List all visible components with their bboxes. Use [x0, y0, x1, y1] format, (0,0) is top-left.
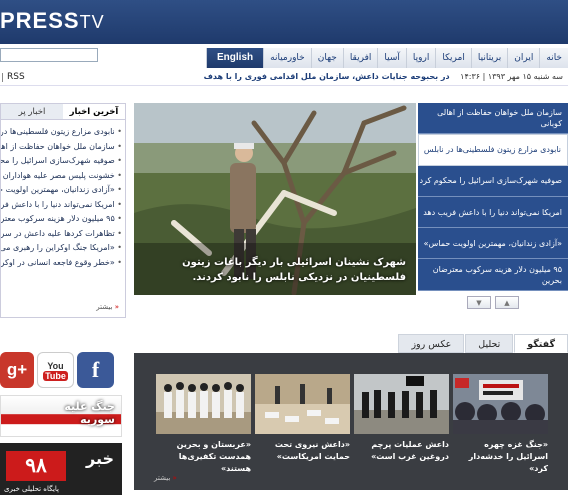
list-item[interactable]: نابودی مزارع زیتون فلسطینی‌ها در نابلس [1, 125, 122, 140]
banner-caption: پایگاه تحلیلی خبری [4, 485, 59, 493]
list-item[interactable]: امریکا نمی‌تواند دنیا را با داعش فریب ده… [1, 198, 122, 213]
nav-africa[interactable]: افریقا [342, 48, 378, 68]
thumbnail-caption[interactable]: داعش عملیات پرچم دروغین غرب است» [354, 439, 449, 475]
main-nav: خانه ایران بریتانیا امریکا اروپا آسیا اف… [162, 48, 568, 68]
nav-world[interactable]: جهان [310, 48, 343, 68]
thumbnail-image [453, 374, 548, 434]
search-input[interactable] [0, 48, 98, 62]
list-item[interactable]: صوفیه شهرک‌سازی اسرائیل را محکوم کرد [1, 154, 122, 169]
tab-popular-news[interactable]: اخبار پر [1, 104, 63, 119]
nav-asia[interactable]: آسیا [377, 48, 406, 68]
hero-caption[interactable]: شهرک نشینان اسرائیلی بار دیگر باغات زیتو… [146, 255, 406, 285]
tab-photo-of-day[interactable]: عکس روز [398, 334, 465, 353]
media-panel: «عربستان و بحرین همدست تکفیری‌ها هستند» … [134, 353, 568, 490]
list-item[interactable]: سازمان ملل خواهان حفاظت از اهالی کوبانی [1, 140, 122, 155]
list-item[interactable]: «امریکا جنگ اوکراین را رهبری می‌کند» [1, 241, 122, 256]
nav-europe[interactable]: اروپا [405, 48, 436, 68]
thumbnail-image [156, 374, 251, 434]
headline-item[interactable]: «آزادی زندانیان، مهمترین اولویت حماس» [418, 228, 568, 260]
latest-tabs: آخرین اخبار اخبار پر [1, 104, 125, 120]
latest-news-list: نابودی مزارع زیتون فلسطینی‌ها در نابلس س… [1, 120, 125, 270]
nav-home[interactable]: خانه [539, 48, 568, 68]
list-item[interactable]: تظاهرات کردها علیه داعش در سراسر اروپا [1, 227, 122, 242]
thumbnail-caption[interactable]: «داعش نیروی تحت حمایت امریکاست» [255, 439, 350, 475]
social-links: g+ You Tube f [0, 352, 114, 388]
youtube-tube-text: Tube [43, 371, 68, 381]
thumbnail-image [354, 374, 449, 434]
hero-photo[interactable]: شهرک نشینان اسرائیلی بار دیگر باغات زیتو… [134, 103, 416, 295]
thumbnail-caption[interactable]: «جنگ غزه چهره اسرائیل را خدشه‌دار کرد» [453, 439, 548, 475]
thumbnail[interactable] [156, 374, 251, 434]
headline-item[interactable]: امریکا نمی‌تواند دنیا را با داعش فریب ده… [418, 196, 568, 229]
list-item[interactable]: ۹۵ میلیون دلار هزینه سرکوب معترضان [1, 212, 122, 227]
site-header: PRESSTV [0, 0, 568, 44]
nav-middle-east[interactable]: خاورمیانه [263, 48, 311, 68]
list-item[interactable]: «آزادی زندانیان، مهمترین اولویت حماس» [1, 183, 122, 198]
separator [2, 72, 3, 82]
thumbnail-row [156, 374, 548, 434]
pager-down-button[interactable]: ▼ [467, 296, 491, 309]
headline-pager: ▼ ▲ [418, 296, 568, 312]
youtube-you-text: You [47, 361, 64, 371]
media-more-link[interactable]: بیشتر [154, 474, 177, 482]
banner-text: جنگ علیه سوریه [64, 400, 115, 426]
nav-iran[interactable]: ایران [507, 48, 540, 68]
war-on-syria-banner[interactable]: جنگ علیه سوریه [0, 395, 122, 437]
pager-up-button[interactable]: ▲ [495, 296, 519, 309]
youtube-icon[interactable]: You Tube [37, 352, 74, 388]
media-tabs: گفتگو تحلیل عکس روز [134, 334, 568, 353]
thumbnail-captions: «عربستان و بحرین همدست تکفیری‌ها هستند» … [156, 439, 548, 475]
list-item[interactable]: «خطر وقوع فاجعه انسانی در اوکراین» [1, 256, 122, 271]
rss-row: RSS [2, 72, 25, 82]
nav-america[interactable]: امریکا [435, 48, 471, 68]
banner-line: جنگ علیه [64, 400, 115, 413]
thumbnail[interactable] [453, 374, 548, 434]
banner-number: ۹۸ [6, 451, 66, 481]
thumbnail-image [255, 374, 350, 434]
google-plus-icon[interactable]: g+ [0, 352, 34, 388]
thumbnail[interactable] [354, 374, 449, 434]
latest-more-link[interactable]: بیشتر [96, 303, 119, 311]
ticker-headline[interactable]: در بحبوحه جنایات داعش، سازمان ملل اقدامی… [204, 72, 450, 81]
thumbnail-caption[interactable]: «عربستان و بحرین همدست تکفیری‌ها هستند» [156, 439, 251, 475]
headline-item[interactable]: ۹۵ میلیون دلار هزینه سرکوب معترضان بحرین [418, 259, 568, 291]
thumbnail[interactable] [255, 374, 350, 434]
tab-analysis[interactable]: تحلیل [465, 334, 514, 353]
headline-item[interactable]: صوفیه شهرک‌سازی اسرائیل را محکوم کرد [418, 165, 568, 197]
headline-list: سازمان ملل خواهان حفاظت از اهالی کوبانی … [418, 103, 568, 291]
tab-interview[interactable]: گفتگو [514, 334, 568, 353]
date-ticker: سه شنبه ۱۵ مهر ۱۳۹۳ | ۱۴:۳۶ در بحبوحه جن… [204, 72, 563, 81]
rss-link[interactable]: RSS [7, 72, 25, 82]
khabar-98-banner[interactable]: ۹۸ خبر پایگاه تحلیلی خبری [0, 443, 122, 495]
banner-line: سوریه [80, 413, 115, 426]
current-date: سه شنبه ۱۵ مهر ۱۳۹۳ | ۱۴:۳۶ [460, 72, 563, 81]
list-item[interactable]: خشونت پلیس مصر علیه هواداران مرسی [1, 169, 122, 184]
nav-english[interactable]: English [206, 48, 264, 68]
tab-latest-news[interactable]: آخرین اخبار [63, 104, 125, 119]
headline-item-active[interactable]: نابودی مزارع زیتون فلسطینی‌ها در نابلس [418, 134, 568, 166]
nav-britain[interactable]: بریتانیا [470, 48, 508, 68]
latest-news-panel: آخرین اخبار اخبار پر نابودی مزارع زیتون … [0, 103, 126, 318]
presstv-logo[interactable]: PRESSTV [0, 8, 105, 34]
facebook-icon[interactable]: f [77, 352, 114, 388]
banner-word: خبر [85, 449, 114, 468]
headline-item[interactable]: سازمان ملل خواهان حفاظت از اهالی کوبانی [418, 103, 568, 135]
